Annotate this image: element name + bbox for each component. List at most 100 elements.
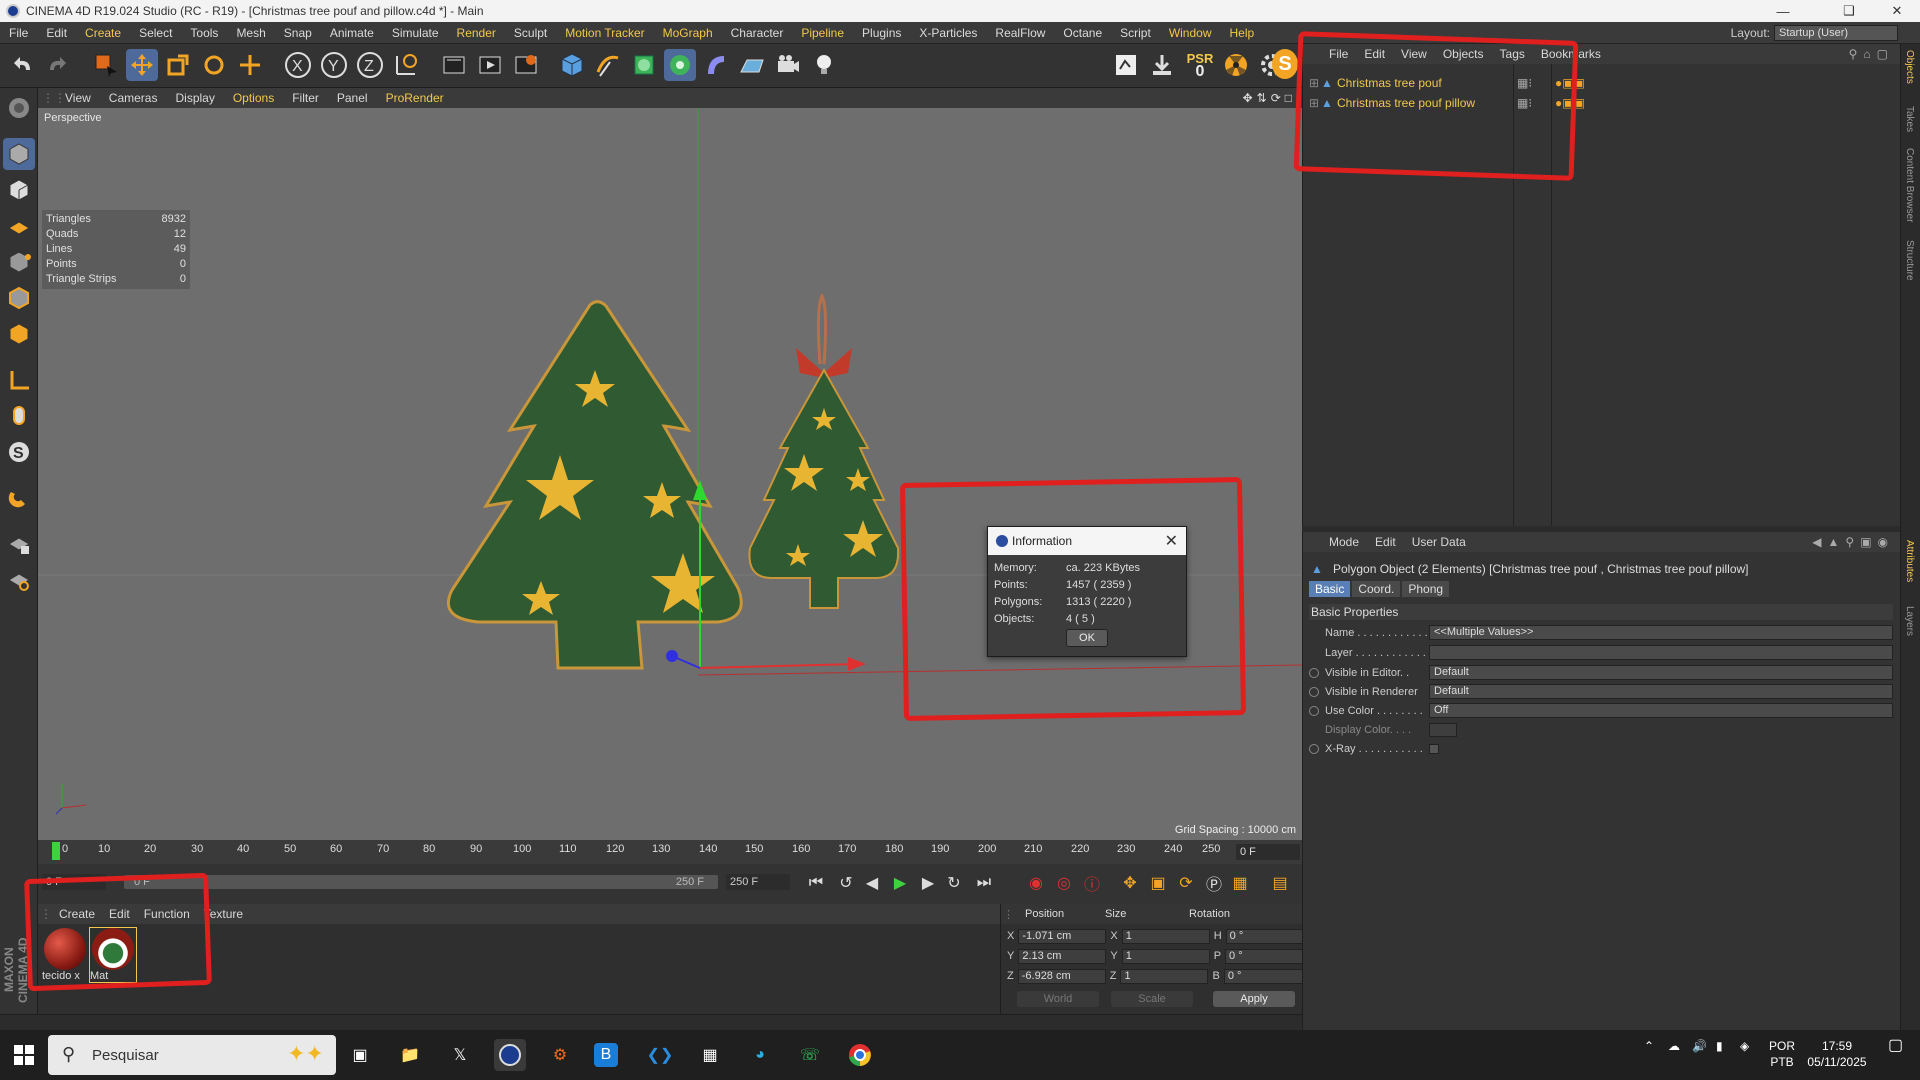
menu-simulate[interactable]: Simulate [383,26,448,40]
subdivision-surface-icon[interactable] [628,49,660,81]
parameter-key-icon[interactable]: Ⓟ [1202,871,1226,895]
menu-file[interactable]: File [0,26,37,40]
task-view-icon[interactable]: ▣ [344,1039,376,1071]
blender-icon[interactable]: ⚙ [544,1039,576,1071]
preview-range-slider[interactable]: 0 F 250 F [124,875,718,889]
chrome-icon[interactable] [844,1039,876,1071]
next-key-icon[interactable]: ↻ [942,871,966,895]
menu-mograph[interactable]: MoGraph [654,26,722,40]
position-key-icon[interactable]: ✥ [1118,871,1142,895]
object-search-icons[interactable]: ⚲⌂▢ [1849,47,1900,61]
position-field[interactable]: -6.928 cm [1017,968,1106,984]
perspective-viewport[interactable]: Perspective Triangles 8932 Quads 12 Line… [38,108,1302,840]
minimize-button[interactable]: — [1760,0,1806,22]
tab-objects[interactable]: Objects [1904,50,1915,84]
animate-radio[interactable] [1309,667,1319,678]
render-settings-icon[interactable] [510,49,542,81]
floor-icon[interactable] [736,49,768,81]
battery-icon[interactable]: ▮ [1716,1038,1723,1054]
viewport-menu-display[interactable]: Display [166,91,223,105]
y-axis-icon[interactable]: Y [318,49,350,81]
x-axis-icon[interactable]: X [282,49,314,81]
viewport-menu-view[interactable]: View [56,91,100,105]
attribute-nav-icons[interactable]: ◀▲⚲▣◉ [1812,535,1900,549]
scale-key-icon[interactable]: ▣ [1146,871,1170,895]
cinema4d-taskbar-icon[interactable] [494,1039,526,1071]
copilot-sparkle-icon[interactable]: ✦✦ [287,1041,324,1067]
menu-x-particles[interactable]: X-Particles [910,26,986,40]
plugin-s-icon[interactable]: S [1272,49,1298,79]
clock[interactable]: 17:59 05/11/2025 [1802,1038,1872,1070]
volume-icon[interactable]: 🔊 [1692,1038,1707,1054]
points-mode-icon[interactable] [3,246,35,278]
edge-icon[interactable]: ◕ [744,1039,776,1071]
viewport-menu-options[interactable]: Options [224,91,283,105]
next-frame-icon[interactable]: ▶ [916,871,940,895]
x-app-icon[interactable]: 𝕏 [444,1039,476,1071]
rotation-field[interactable]: 0 ° [1225,928,1314,944]
planar-workplane-icon[interactable] [3,564,35,596]
z-axis-icon[interactable]: Z [354,49,386,81]
edges-mode-icon[interactable] [3,282,35,314]
undo-icon[interactable] [8,49,40,81]
texture-mode-icon[interactable] [3,174,35,206]
project-icon[interactable] [1110,49,1142,81]
attribute-menu-user-data[interactable]: User Data [1404,535,1474,549]
attribute-menu-edit[interactable]: Edit [1367,535,1404,549]
viewport-menu-prorender[interactable]: ProRender [377,91,453,105]
whatsapp-icon[interactable]: ☏ [794,1039,826,1071]
keyframe-selection-icon[interactable]: ⓘ [1080,871,1104,895]
taskbar-search[interactable]: ⚲ Pesquisar ✦✦ [48,1035,336,1075]
tab-basic[interactable]: Basic [1309,581,1351,597]
tab-takes[interactable]: Takes [1904,106,1915,132]
make-editable-icon[interactable] [3,92,35,124]
attribute-menu-mode[interactable]: Mode [1321,535,1367,549]
menu-character[interactable]: Character [722,26,793,40]
menu-render[interactable]: Render [448,26,505,40]
name-field[interactable]: <<Multiple Values>> [1429,625,1893,640]
transform-tool-icon[interactable] [234,49,266,81]
menu-snap[interactable]: Snap [275,26,321,40]
lock-workplane-icon[interactable] [3,528,35,560]
menu-tools[interactable]: Tools [181,26,227,40]
viewport-nav-icons[interactable]: ✥⇅⟳□ [1243,91,1302,105]
close-button[interactable]: ✕ [1874,0,1920,22]
menu-select[interactable]: Select [130,26,181,40]
tab-phong[interactable]: Phong [1402,581,1450,597]
tab-coord[interactable]: Coord. [1352,581,1401,597]
size-field[interactable]: 1 [1121,948,1210,964]
snap-icon[interactable]: S [3,436,35,468]
rotation-field[interactable]: 0 ° [1223,968,1312,984]
tab-content-browser[interactable]: Content Browser [1904,148,1915,222]
animate-radio[interactable] [1309,686,1319,697]
menu-pipeline[interactable]: Pipeline [792,26,853,40]
visible-in-renderer-select[interactable]: Default [1429,684,1893,699]
scale-tool-icon[interactable] [162,49,194,81]
cloud-icon[interactable]: ☁ [1668,1038,1680,1054]
go-to-end-icon[interactable]: ⏭ [972,871,996,895]
scale-mode-select[interactable]: Scale [1111,991,1193,1007]
radiation-plugin-icon[interactable] [1220,49,1252,81]
tab-attributes[interactable]: Attributes [1904,540,1915,582]
menu-create[interactable]: Create [76,26,130,40]
visible-in-editor-select[interactable]: Default [1429,665,1893,680]
file-explorer-icon[interactable]: 📁 [394,1039,426,1071]
redo-icon[interactable] [40,49,72,81]
app-b-icon[interactable]: B [594,1043,618,1067]
menu-plugins[interactable]: Plugins [853,26,910,40]
menu-script[interactable]: Script [1111,26,1160,40]
menu-edit[interactable]: Edit [37,26,76,40]
display-color-swatch[interactable] [1429,722,1457,737]
menu-help[interactable]: Help [1221,26,1264,40]
coordinate-mode-select[interactable]: World [1017,991,1099,1007]
wifi-icon[interactable]: ◈ [1740,1038,1749,1054]
autokeying-icon[interactable]: ◎ [1052,871,1076,895]
live-selection-icon[interactable] [90,49,122,81]
play-icon[interactable]: ▶ [888,871,912,895]
chevron-up-icon[interactable]: ⌃ [1644,1038,1654,1054]
language-indicator[interactable]: POR PTB [1764,1038,1800,1070]
menu-sculpt[interactable]: Sculpt [505,26,556,40]
vscode-icon[interactable]: ❮❯ [644,1039,676,1071]
viewport-menu-filter[interactable]: Filter [283,91,328,105]
apply-button[interactable]: Apply [1213,991,1295,1007]
